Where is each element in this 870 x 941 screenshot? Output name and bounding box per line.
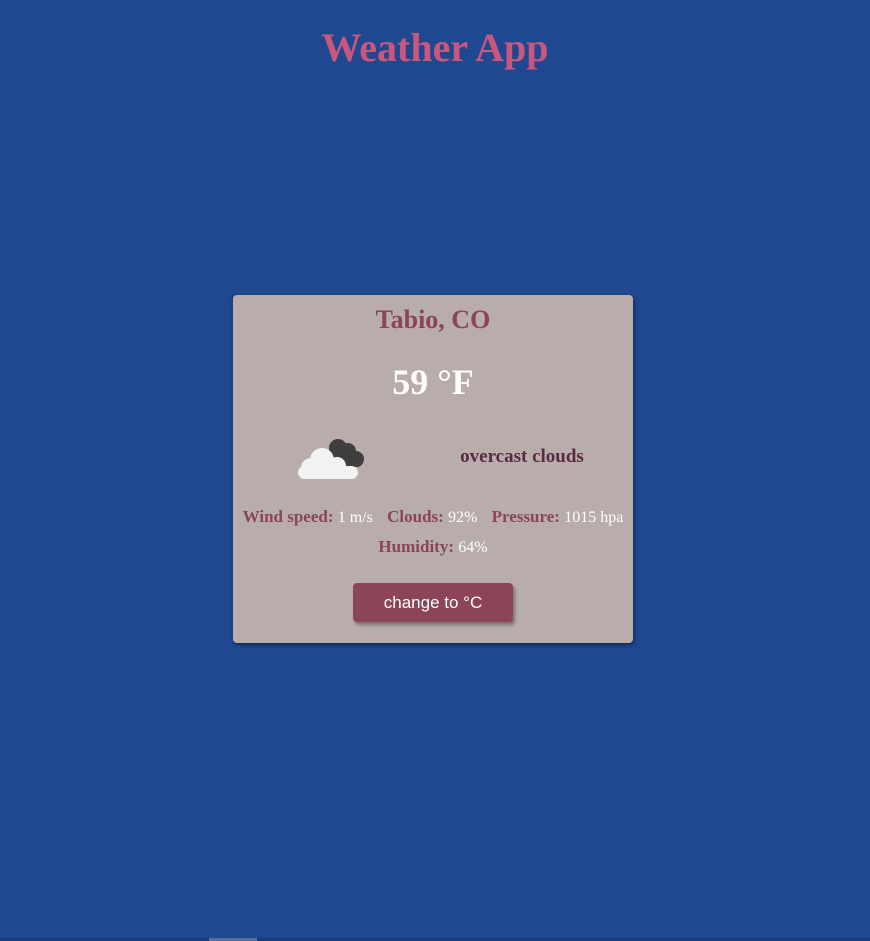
stats-row-secondary: Humidity: 64% bbox=[233, 537, 633, 558]
location-name: Tabio, CO bbox=[375, 305, 491, 334]
app-title: Weather App bbox=[321, 25, 549, 70]
wind-speed-label: Wind speed: bbox=[242, 507, 334, 526]
wind-speed-value: 1 m/s bbox=[337, 509, 373, 526]
overcast-clouds-icon bbox=[298, 439, 364, 479]
change-unit-button[interactable]: change to °C bbox=[353, 583, 513, 622]
humidity-label: Humidity: bbox=[378, 537, 454, 556]
stats-row-primary: Wind speed: 1 m/s Clouds: 92% Pressure: … bbox=[233, 507, 633, 528]
clouds-stat: Clouds: 92% bbox=[387, 507, 477, 528]
wind-speed-stat: Wind speed: 1 m/s bbox=[243, 507, 373, 528]
pressure-value: 1015 hpa bbox=[564, 509, 624, 526]
clouds-label: Clouds: bbox=[387, 507, 444, 526]
weather-description: overcast clouds bbox=[460, 446, 584, 467]
humidity-value: 64% bbox=[458, 539, 488, 556]
pressure-label: Pressure: bbox=[491, 507, 560, 526]
temperature-value: 59 °F bbox=[392, 362, 474, 402]
clouds-value: 92% bbox=[448, 509, 478, 526]
pressure-stat: Pressure: 1015 hpa bbox=[492, 507, 624, 528]
humidity-stat: Humidity: 64% bbox=[378, 537, 487, 558]
